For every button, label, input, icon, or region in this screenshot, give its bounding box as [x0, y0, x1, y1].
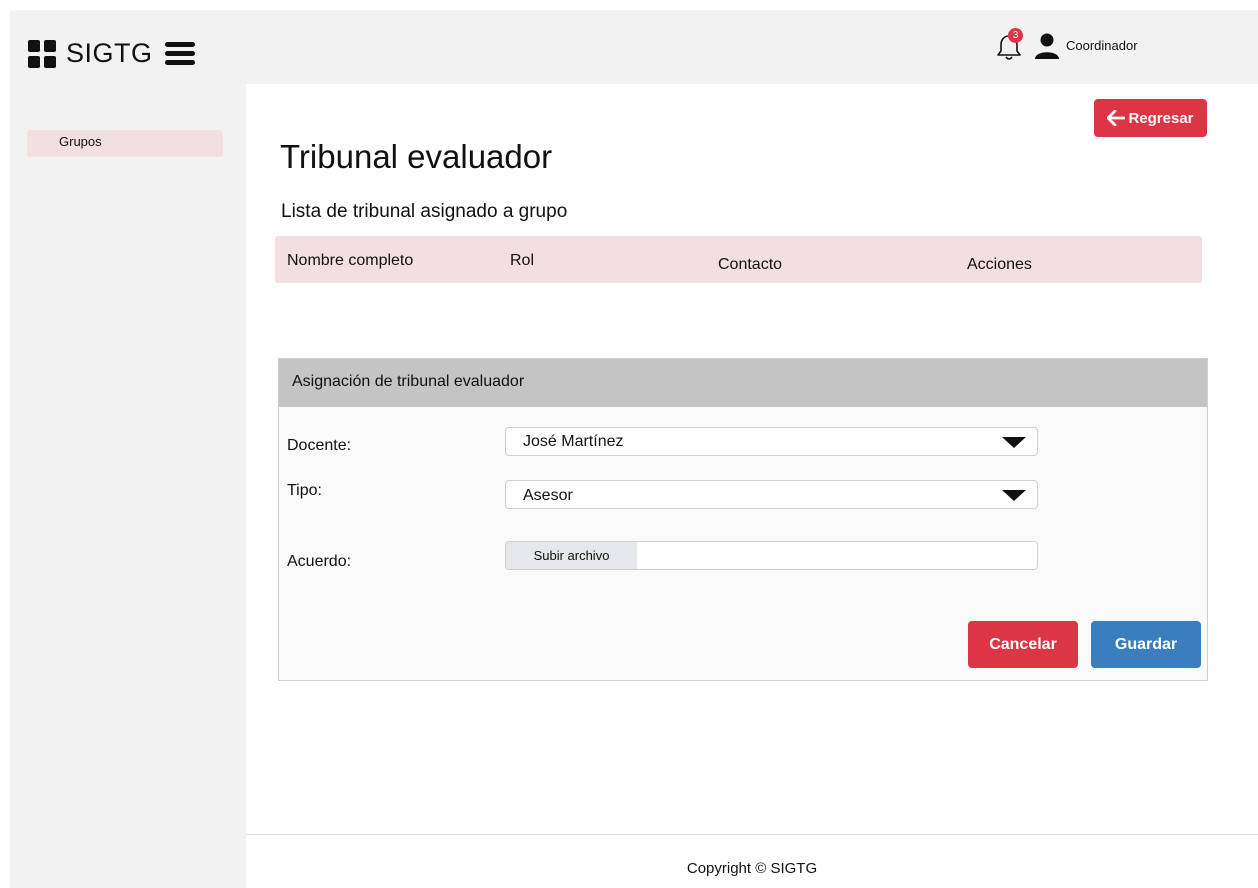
back-button-label: Regresar: [1128, 109, 1194, 127]
sidebar-item-label: Grupos: [59, 134, 102, 149]
assignment-form: Asignación de tribunal evaluador Docente…: [278, 358, 1208, 681]
docente-select[interactable]: José Martínez: [505, 427, 1038, 456]
brand: SIGTG: [28, 38, 195, 69]
footer-copyright: Copyright © SIGTG: [686, 860, 818, 877]
cancel-button[interactable]: Cancelar: [968, 621, 1078, 668]
footer-divider: [246, 834, 1258, 835]
sidebar: [10, 84, 246, 888]
tipo-select[interactable]: Asesor: [505, 480, 1038, 509]
page-subtitle: Lista de tribunal asignado a grupo: [281, 201, 568, 222]
form-title: Asignación de tribunal evaluador: [292, 373, 525, 390]
page-title: Tribunal evaluador: [280, 138, 553, 175]
column-header-acciones: Acciones: [967, 256, 1032, 273]
caret-down-icon: [1002, 437, 1026, 448]
acuerdo-label: Acuerdo:: [287, 553, 352, 570]
column-header-contacto: Contacto: [718, 256, 783, 273]
docente-value: José Martínez: [523, 433, 624, 450]
tipo-label: Tipo:: [287, 482, 322, 499]
tipo-value: Asesor: [523, 487, 573, 504]
back-button[interactable]: Regresar: [1094, 99, 1207, 137]
column-header-nombre: Nombre completo: [287, 252, 414, 269]
table-header: Nombre completo Rol Contacto Acciones: [275, 236, 1202, 283]
notification-badge: 3: [1008, 28, 1023, 43]
user-icon[interactable]: [1033, 32, 1061, 60]
docente-label: Docente:: [287, 437, 352, 454]
user-name[interactable]: Coordinador: [1066, 38, 1138, 53]
acuerdo-file-input[interactable]: Subir archivo: [505, 541, 1038, 570]
save-button[interactable]: Guardar: [1091, 621, 1201, 668]
sidebar-item-grupos[interactable]: Grupos: [27, 130, 223, 157]
arrow-left-icon: [1107, 110, 1126, 126]
caret-down-icon: [1002, 490, 1026, 501]
hamburger-menu-icon[interactable]: [164, 42, 195, 65]
form-header: Asignación de tribunal evaluador: [279, 359, 1207, 407]
brand-name: SIGTG: [66, 38, 153, 68]
column-header-rol: Rol: [510, 252, 535, 269]
grid-logo-icon: [28, 39, 56, 68]
upload-file-button[interactable]: Subir archivo: [506, 542, 637, 569]
